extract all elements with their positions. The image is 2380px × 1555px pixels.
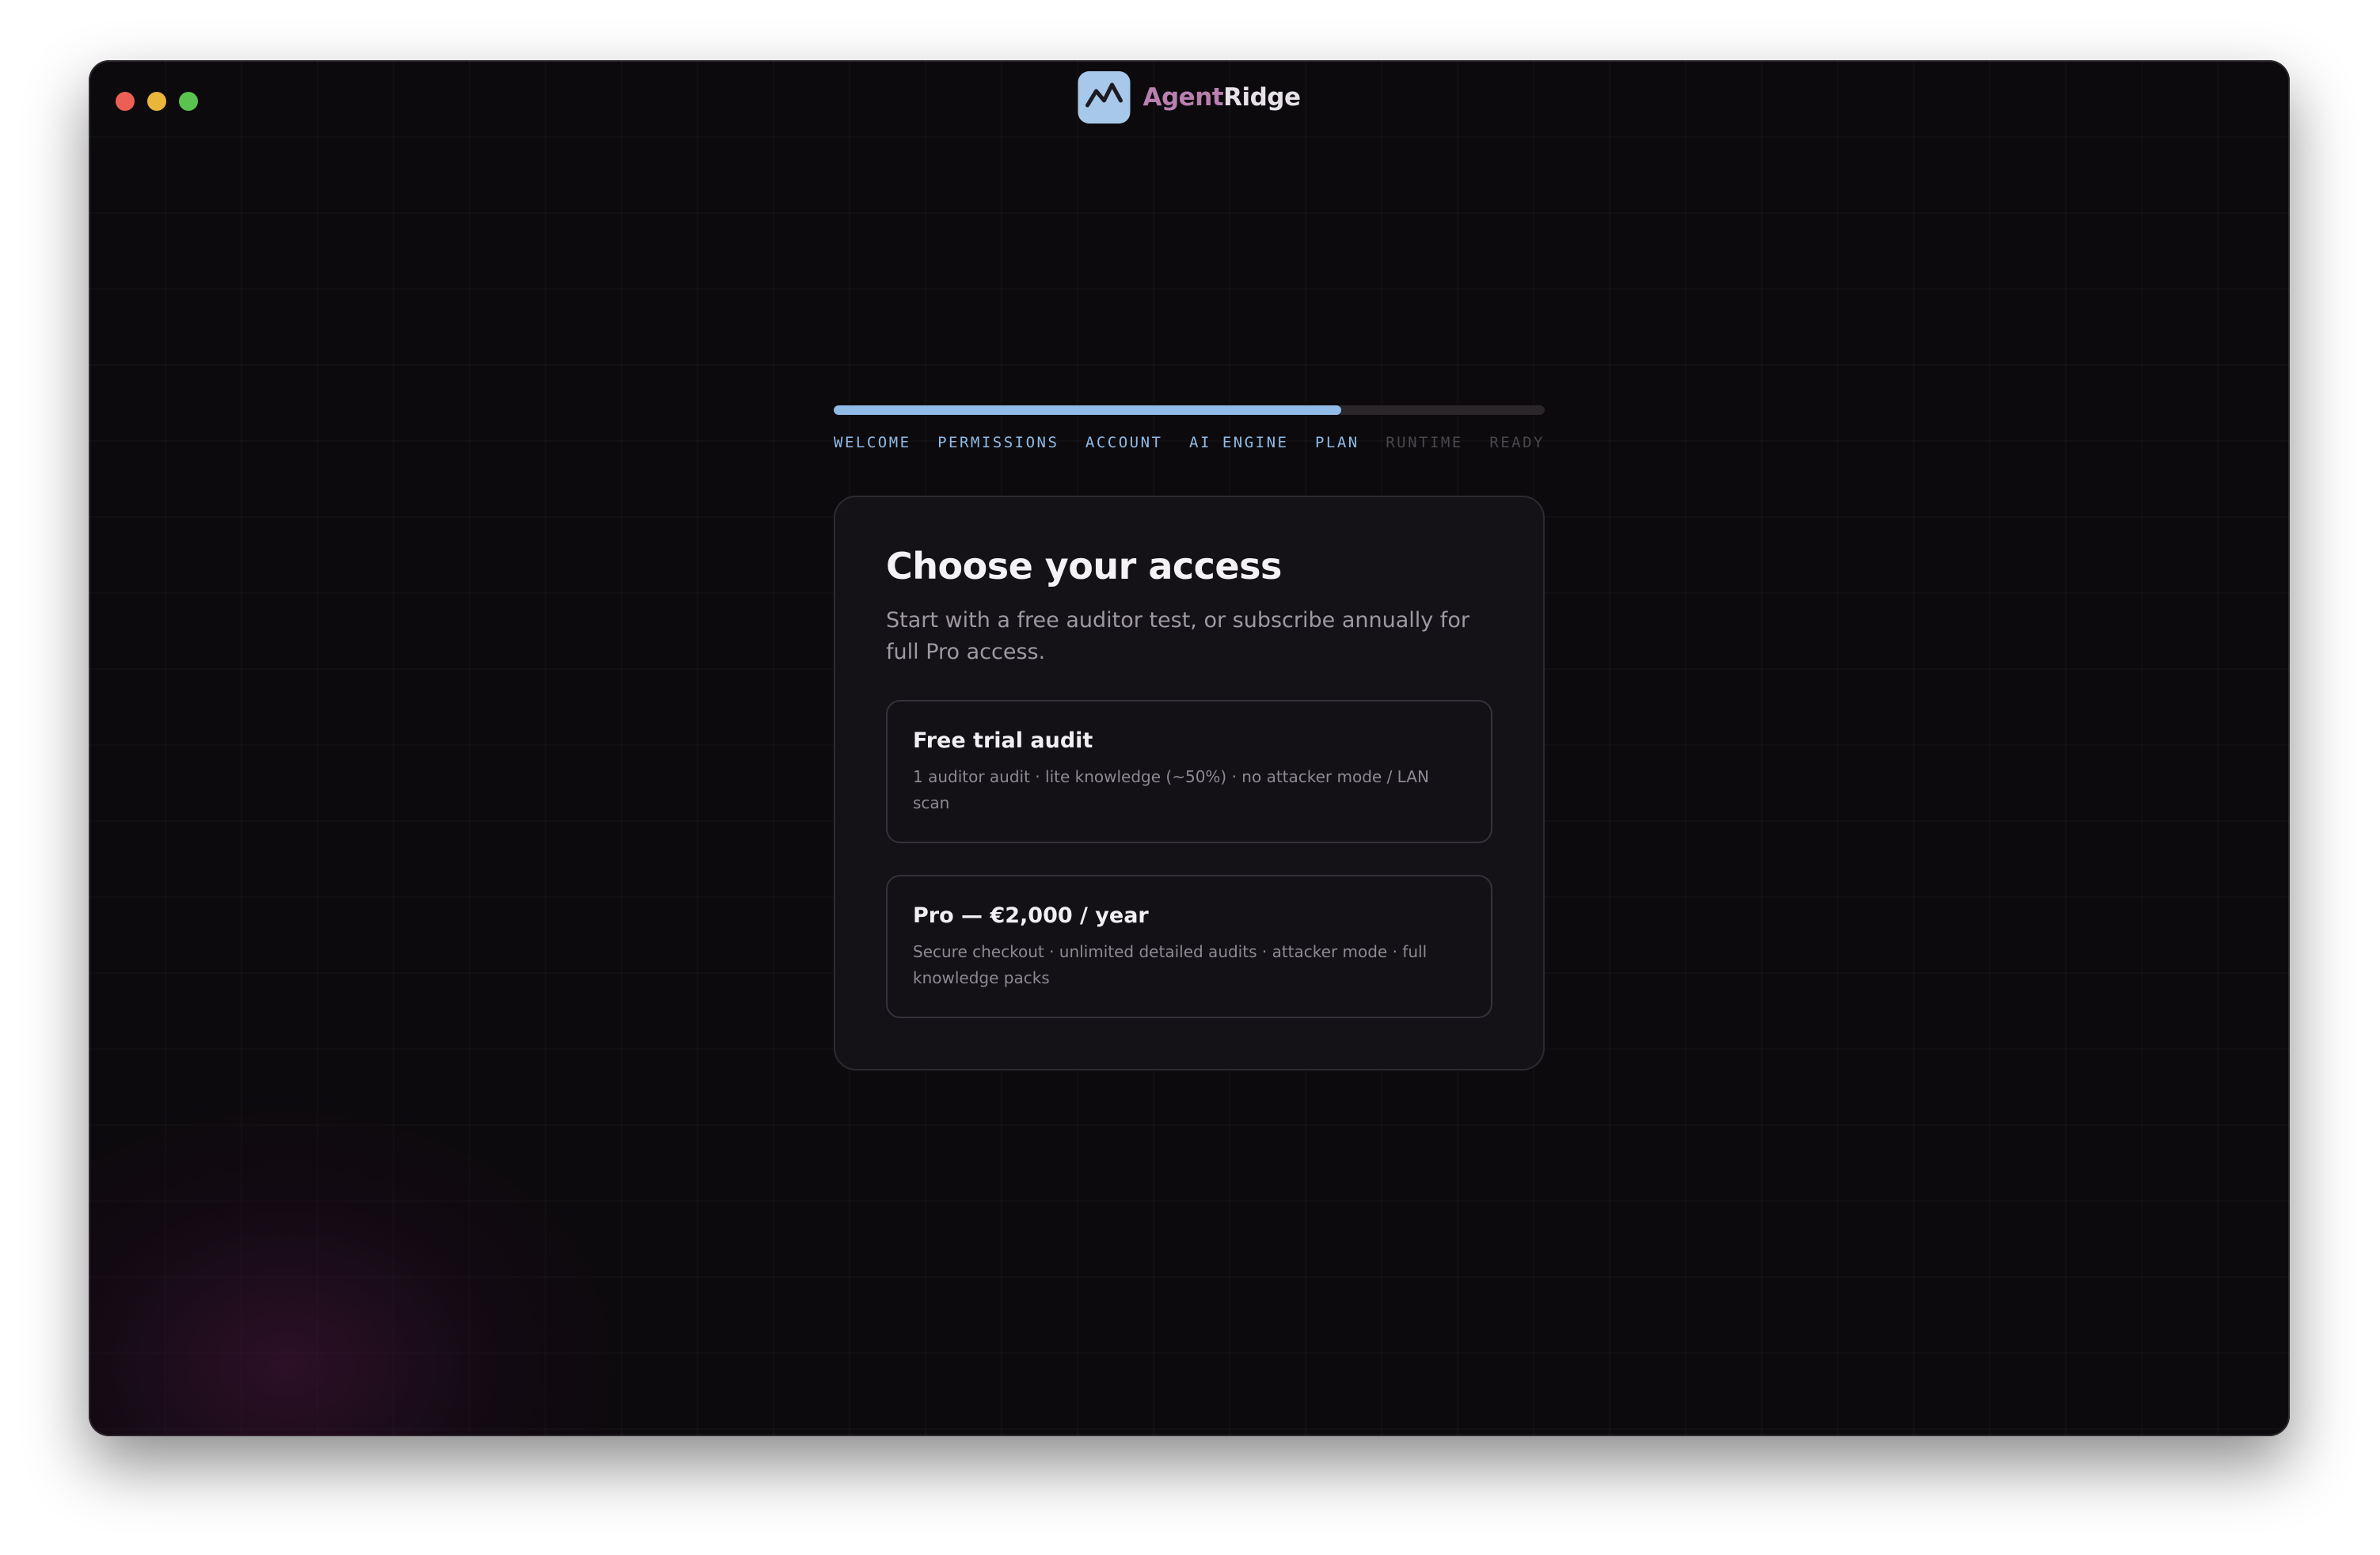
app-name-part-ridge: Ridge xyxy=(1223,83,1301,112)
step-permissions: PERMISSIONS xyxy=(937,434,1059,451)
step-ready: READY xyxy=(1489,434,1545,451)
plan-card: Choose your access Start with a free aud… xyxy=(834,496,1545,1070)
step-runtime: RUNTIME xyxy=(1386,434,1463,451)
step-account: ACCOUNT xyxy=(1085,434,1163,451)
option-title: Pro — €2,000 / year xyxy=(913,903,1149,928)
card-subtitle: Start with a free auditor test, or subsc… xyxy=(886,608,1469,664)
option-description: 1 auditor audit · lite knowledge (~50%) … xyxy=(913,767,1429,812)
close-window-button[interactable] xyxy=(116,92,135,111)
mountain-peaks-icon xyxy=(1078,71,1131,124)
zoom-window-button[interactable] xyxy=(179,92,198,111)
brand-header: AgentRidge xyxy=(1078,71,1301,124)
step-list: WELCOME PERMISSIONS ACCOUNT AI ENGINE PL… xyxy=(834,434,1545,451)
step-welcome: WELCOME xyxy=(834,434,911,451)
option-title: Free trial audit xyxy=(913,728,1093,753)
progress-bar xyxy=(834,405,1545,415)
progress-bar-fill xyxy=(834,405,1342,415)
app-window: AgentRidge WELCOME PERMISSIONS ACCOUNT A… xyxy=(89,60,2290,1436)
onboarding-content: WELCOME PERMISSIONS ACCOUNT AI ENGINE PL… xyxy=(834,405,1545,1070)
card-title: Choose your access xyxy=(886,545,1282,587)
option-description: Secure checkout · unlimited detailed aud… xyxy=(913,942,1428,987)
pro-plan-option[interactable]: Pro — €2,000 / year Secure checkout · un… xyxy=(886,875,1492,1018)
minimize-window-button[interactable] xyxy=(147,92,166,111)
free-trial-option[interactable]: Free trial audit 1 auditor audit · lite … xyxy=(886,700,1492,843)
app-name: AgentRidge xyxy=(1142,83,1301,112)
step-ai-engine: AI ENGINE xyxy=(1189,434,1289,451)
app-name-part-agent: Agent xyxy=(1142,83,1224,112)
step-plan: PLAN xyxy=(1314,434,1359,451)
window-controls xyxy=(116,92,198,111)
